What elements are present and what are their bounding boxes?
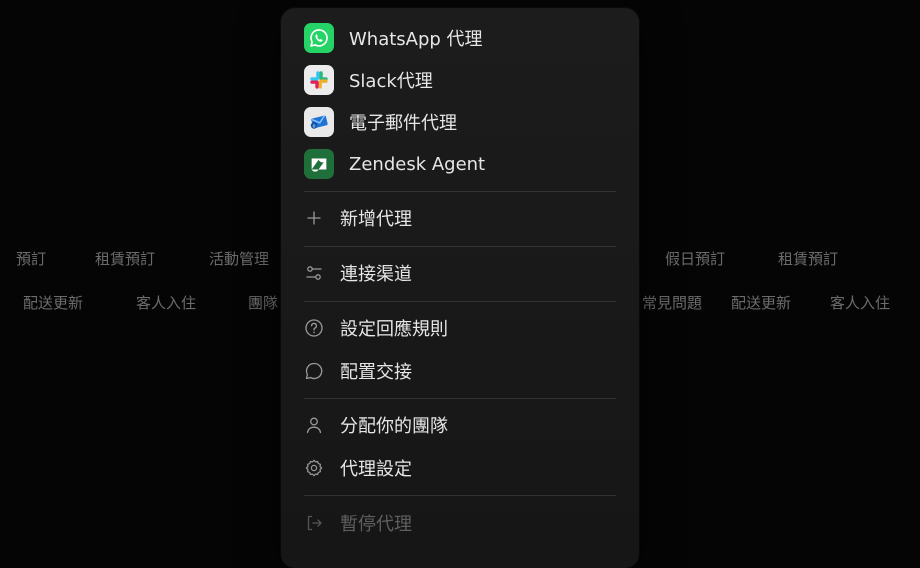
user-icon [304,415,324,435]
menu-divider [304,398,616,399]
plus-icon [304,208,324,228]
menu-item-assign-team[interactable]: 分配你的團隊 [281,407,639,443]
chat-bubble-icon [304,361,324,381]
menu-item-label: Slack代理 [349,71,433,92]
menu-divider [304,246,616,247]
menu-item-label: 設定回應規則 [340,319,448,340]
bg-tag-rental-booking: 租賃預訂 [95,250,156,268]
question-circle-icon [304,318,324,338]
menu-item-label: 暫停代理 [340,514,412,535]
bg-tag-faq: 常見問題 [642,294,703,312]
gear-icon [304,458,324,478]
bg-tag-event-management: 活動管理 [209,250,270,268]
menu-item-label: WhatsApp 代理 [349,29,483,50]
menu-item-connect-channels[interactable]: 連接渠道 [281,255,639,291]
whatsapp-icon [304,23,334,53]
bg-tag-delivery-updates: 配送更新 [23,294,84,312]
menu-divider [304,495,616,496]
bg-tag-booking: 預訂 [16,250,47,268]
menu-item-label: 連接渠道 [340,264,412,285]
menu-item-email-agent[interactable]: o 電子郵件代理 [281,104,639,140]
menu-item-pause-agent[interactable]: 暫停代理 [281,505,639,541]
menu-item-add-agent[interactable]: 新增代理 [281,200,639,236]
menu-item-whatsapp-agent[interactable]: WhatsApp 代理 [281,20,639,56]
agent-dropdown-menu: WhatsApp 代理 Slack代理 o 電子郵件代理 Zendesk Age… [281,8,639,568]
bg-tag-guest-checkin-2: 客人入住 [830,294,891,312]
sliders-icon [304,263,324,283]
menu-item-label: Zendesk Agent [349,153,486,175]
menu-divider [304,301,616,302]
menu-item-slack-agent[interactable]: Slack代理 [281,62,639,98]
menu-item-zendesk-agent[interactable]: Zendesk Agent [281,146,639,182]
menu-divider [304,191,616,192]
bg-tag-delivery-updates-2: 配送更新 [731,294,792,312]
menu-item-label: 配置交接 [340,362,412,383]
bg-tag-team: 團隊 [248,294,279,312]
menu-item-agent-settings[interactable]: 代理設定 [281,450,639,486]
bg-tag-guest-checkin: 客人入住 [136,294,197,312]
logout-icon [304,513,324,533]
menu-item-set-reply-rules[interactable]: 設定回應規則 [281,310,639,346]
svg-text:o: o [312,123,315,129]
menu-item-label: 分配你的團隊 [340,416,448,437]
menu-item-label: 新增代理 [340,209,412,230]
menu-item-label: 電子郵件代理 [349,113,457,134]
email-icon: o [304,107,334,137]
menu-item-configure-handoff[interactable]: 配置交接 [281,353,639,389]
zendesk-icon [304,149,334,179]
slack-icon [304,65,334,95]
bg-tag-rental-booking-2: 租賃預訂 [778,250,839,268]
menu-item-label: 代理設定 [340,459,412,480]
bg-tag-holiday-booking: 假日預訂 [665,250,726,268]
